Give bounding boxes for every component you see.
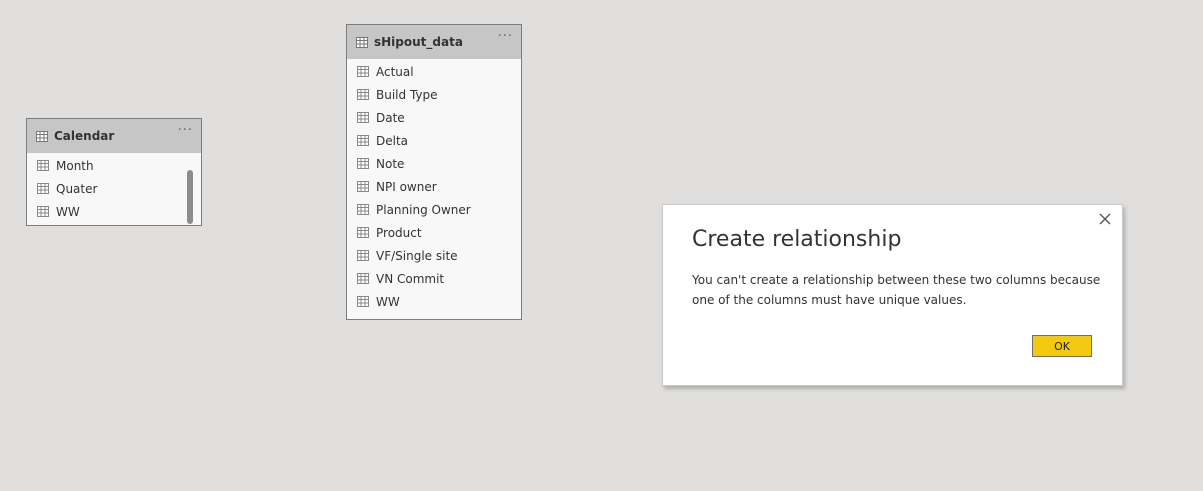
ok-button[interactable]: OK [1032,335,1092,357]
calendar-scrollbar[interactable] [187,170,193,224]
field-table-icon [37,183,49,194]
field-item[interactable]: Product [347,221,521,244]
more-options-icon[interactable]: ··· [498,29,513,44]
field-table-icon [357,204,369,215]
table-icon [36,130,48,142]
field-table-icon [357,296,369,307]
field-item[interactable]: Date [347,106,521,129]
field-label: WW [376,294,400,309]
field-table-icon [357,89,369,100]
calendar-table-card[interactable]: Calendar ··· Month Quater WW [26,118,202,226]
calendar-table-header[interactable]: Calendar ··· [27,119,201,153]
field-item[interactable]: Build Type [347,83,521,106]
field-item-month[interactable]: Month [27,154,201,177]
field-label: Date [376,110,405,125]
create-relationship-dialog: Create relationship You can't create a r… [662,204,1123,386]
field-table-icon [37,206,49,217]
field-item[interactable]: Planning Owner [347,198,521,221]
field-item[interactable]: Note [347,152,521,175]
more-options-icon[interactable]: ··· [178,123,193,138]
field-label: VN Commit [376,271,445,286]
field-table-icon [357,66,369,77]
shipout-table-card[interactable]: sHipout_data ··· Actual Build Type Date Del… [346,24,522,320]
table-icon [356,36,368,48]
field-label: Delta [376,133,409,148]
shipout-field-list: Actual Build Type Date Delta Note NPI owner Pl… [347,59,521,313]
field-label: WW [56,204,80,219]
field-item[interactable]: VN Commit [347,267,521,290]
calendar-field-list: Month Quater WW [27,153,201,223]
field-label: Quater [56,181,98,196]
calendar-table-title: Calendar [54,129,115,143]
field-label: Product [376,225,422,240]
shipout-table-title: sHipout_data [374,35,463,49]
field-item[interactable]: Delta [347,129,521,152]
field-table-icon [357,273,369,284]
field-item[interactable]: Actual [347,60,521,83]
field-label: Actual [376,64,414,79]
field-item-quater[interactable]: Quater [27,177,201,200]
field-label: NPI owner [376,179,437,194]
field-label: Build Type [376,87,438,102]
field-table-icon [357,227,369,238]
dialog-message: You can't create a relationship between … [692,273,1101,307]
dialog-title: Create relationship [692,227,902,252]
field-table-icon [357,181,369,192]
field-table-icon [37,160,49,171]
shipout-table-header[interactable]: sHipout_data ··· [347,25,521,59]
field-label: Month [56,158,94,173]
field-item[interactable]: NPI owner [347,175,521,198]
close-icon[interactable] [1098,212,1112,226]
field-label: Note [376,156,405,171]
field-label: VF/Single site [376,248,458,263]
field-item-ww[interactable]: WW [27,200,201,223]
field-table-icon [357,250,369,261]
field-table-icon [357,135,369,146]
field-item[interactable]: VF/Single site [347,244,521,267]
field-table-icon [357,112,369,123]
field-item[interactable]: WW [347,290,521,313]
field-label: Planning Owner [376,202,471,217]
field-table-icon [357,158,369,169]
